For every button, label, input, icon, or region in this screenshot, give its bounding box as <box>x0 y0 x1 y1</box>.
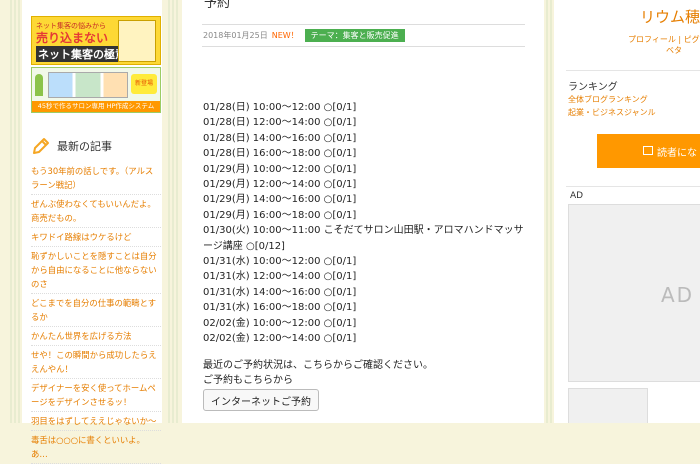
reservation-note: 最近のご予約状況は、こちらからご確認ください。 ご予約もこちらから <box>203 358 433 388</box>
divider <box>566 186 700 187</box>
profile-links[interactable]: プロフィール | ピグ <box>628 34 700 45</box>
ad-slot[interactable]: AD <box>568 204 700 382</box>
genre-ranking-link[interactable]: 起業・ビジネスジャンル <box>568 107 656 118</box>
ad-label: AD <box>570 191 584 201</box>
recent-post-link[interactable]: デザイナーを安く使ってホームページをデザインさせるッ！ <box>31 379 161 412</box>
beta-link[interactable]: ベタ <box>666 45 682 56</box>
ad-slot-secondary[interactable] <box>568 388 648 423</box>
schedule-entry: 01/31(水) 12:00〜14:00 ○[0/1] <box>203 271 357 283</box>
article-title[interactable]: 予約 <box>204 0 230 11</box>
recent-post-link[interactable]: 恥ずかしいことを隠すことは自分から自由になることに他ならないのさ <box>31 247 161 294</box>
become-reader-button[interactable]: 読者にな <box>597 134 700 168</box>
recent-posts-header: 最新の記事 <box>31 134 161 156</box>
plant-image <box>35 74 43 96</box>
divider <box>202 46 525 47</box>
schedule-entry: 01/30(火) 10:00〜11:00 こそだてサロン山田駅・アロマハンドマッ… <box>203 225 524 252</box>
recent-post-link[interactable]: かんたん世界を広げる方法 <box>31 327 161 346</box>
post-date: 2018年01月25日 <box>203 31 268 40</box>
note-line: 最近のご予約状況は、こちらからご確認ください。 <box>203 360 433 371</box>
new-label: NEW！ <box>271 31 299 40</box>
schedule-entry: 01/28(日) 16:00〜18:00 ○[0/1] <box>203 148 357 160</box>
recent-posts-title: 最新の記事 <box>57 140 112 153</box>
schedule-entry: 01/28(日) 12:00〜14:00 ○[0/1] <box>203 117 357 129</box>
ad-banner-book[interactable]: ネット集客の悩みから 売り込まない ネット集客の極意 <box>31 16 161 65</box>
schedule-entry: 01/31(水) 14:00〜16:00 ○[0/1] <box>203 286 357 298</box>
article-meta: 2018年01月25日 NEW！ テーマ：集客と販売促進 <box>203 29 405 42</box>
background-stripe <box>10 0 20 423</box>
recent-post-link[interactable]: 毒舌は○○○に書くといいよ。あ… <box>31 431 161 464</box>
banner-caption: 45秒で作るサロン専用 HP作成システム <box>32 101 160 112</box>
blog-name[interactable]: リウム穂積 <box>640 6 700 27</box>
background-stripe <box>168 0 178 423</box>
schedule-entry: 01/31(水) 16:00〜18:00 ○[0/1] <box>203 302 357 314</box>
schedule-entry: 01/29(月) 12:00〜14:00 ○[0/1] <box>203 179 357 191</box>
ad-banner-hp-system[interactable]: 新登場 45秒で作るサロン専用 HP作成システム <box>31 67 161 113</box>
right-sidebar: リウム穂積 プロフィール | ピグ ベタ ランキング 全体ブログランキング 起業… <box>554 0 700 423</box>
recent-post-link[interactable]: キワドイ路線はウケるけど <box>31 228 161 247</box>
article-column: 予約 2018年01月25日 NEW！ テーマ：集客と販売促進 01/28(日) 1… <box>182 0 544 423</box>
overall-ranking-link[interactable]: 全体ブログランキング <box>568 94 648 105</box>
schedule-entry: 02/02(金) 12:00〜14:00 ○[0/1] <box>203 333 357 345</box>
schedule-entry: 01/28(日) 10:00〜12:00 ○[0/1] <box>203 102 357 113</box>
schedule-list: 01/28(日) 10:00〜12:00 ○[0/1] 01/28(日) 12:0… <box>203 100 525 347</box>
ranking-title: ランキング <box>568 82 618 93</box>
reader-button-label: 読者にな <box>657 148 697 159</box>
banner-tagline: ネット集客の極意 <box>36 46 128 62</box>
ad-placeholder-text: AD <box>661 283 695 307</box>
internet-reservation-button[interactable]: インターネットご予約 <box>203 389 319 411</box>
schedule-entry: 01/31(水) 10:00〜12:00 ○[0/1] <box>203 256 357 268</box>
schedule-entry: 01/29(月) 14:00〜16:00 ○[0/1] <box>203 194 357 206</box>
schedule-entry: 02/02(金) 10:00〜12:00 ○[0/1] <box>203 317 357 329</box>
book-cover-image <box>118 20 156 62</box>
theme-tag[interactable]: テーマ：集客と販売促進 <box>304 29 405 42</box>
left-sidebar: ネット集客の悩みから 売り込まない ネット集客の極意 新登場 45秒で作るサロン… <box>22 0 162 464</box>
schedule-entry: 01/29(月) 16:00〜18:00 ○[0/1] <box>203 209 357 221</box>
banner-headline: 売り込まない <box>36 31 109 45</box>
schedule-entry: 01/29(月) 10:00〜12:00 ○[0/1] <box>203 163 357 175</box>
recent-post-link[interactable]: 羽目をはずしてええじゃないか〜 <box>31 412 161 431</box>
device-screens-image <box>48 72 128 98</box>
recent-post-link[interactable]: どこまでを自分の仕事の範疇とするか <box>31 294 161 327</box>
schedule-entry: 01/28(日) 14:00〜16:00 ○[0/1] <box>203 132 357 144</box>
recent-posts-list: もう30年前の話しです。（アルスラーン戦記） ぜんぶ使わなくてもいいんだよ。商売だ… <box>31 162 161 464</box>
recent-post-link[interactable]: せや！この瞬間から成功したらええんやん！ <box>31 346 161 379</box>
pencil-icon <box>33 138 49 154</box>
recent-post-link[interactable]: ぜんぶ使わなくてもいいんだよ。商売だもの。 <box>31 195 161 228</box>
new-badge: 新登場 <box>131 74 157 94</box>
divider <box>566 70 700 71</box>
reader-icon <box>643 146 653 155</box>
note-line: ご予約もこちらから <box>203 375 293 386</box>
divider <box>202 24 525 25</box>
recent-post-link[interactable]: もう30年前の話しです。（アルスラーン戦記） <box>31 162 161 195</box>
